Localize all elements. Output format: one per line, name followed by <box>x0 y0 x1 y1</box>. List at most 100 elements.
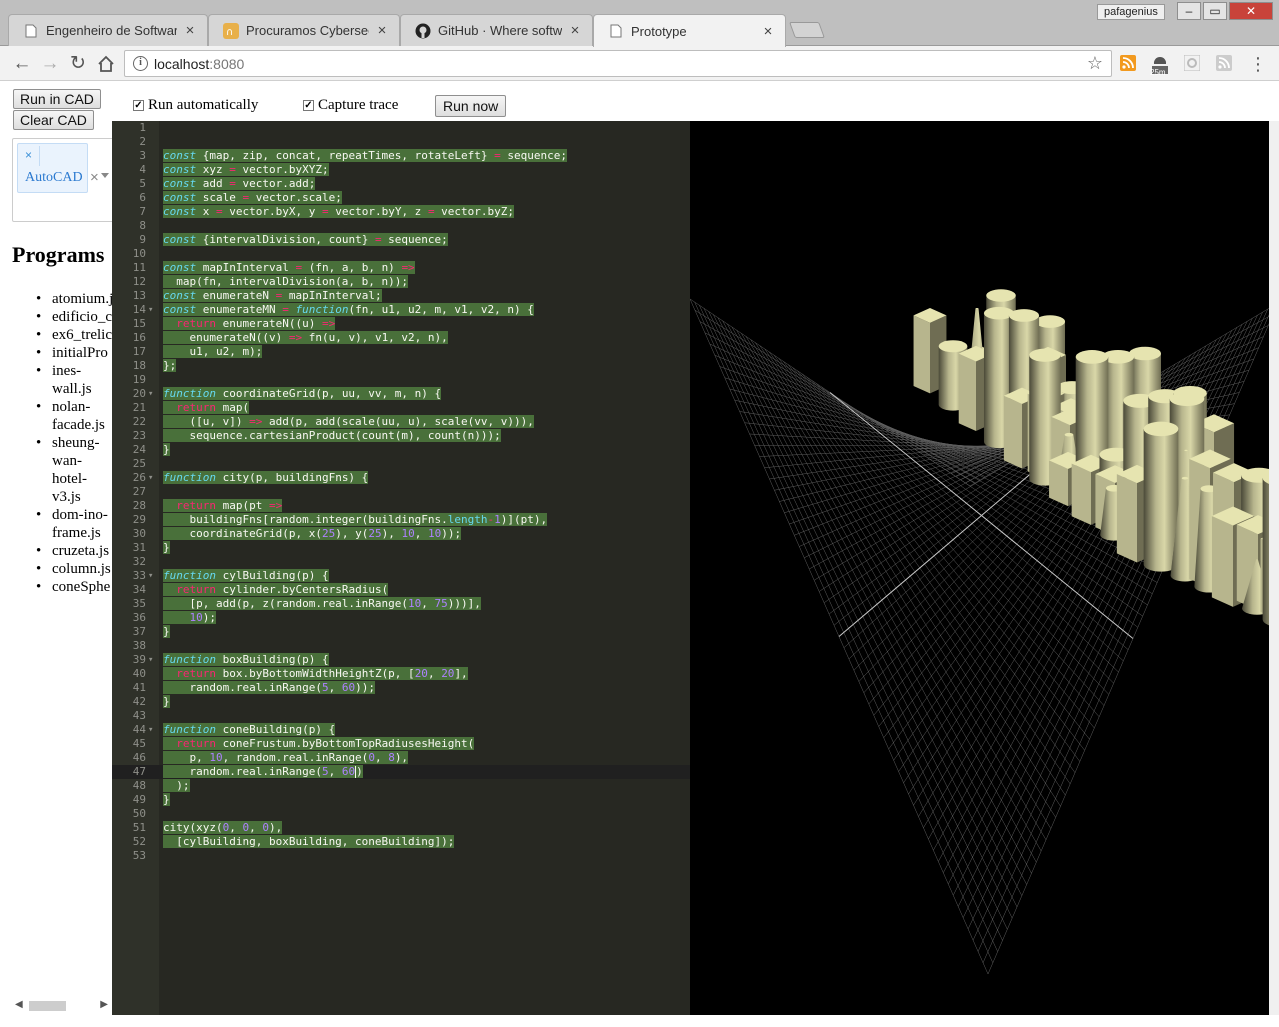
code-line[interactable]: 30 coordinateGrid(p, x(25), y(25), 10, 1… <box>112 527 690 541</box>
capture-trace-checkbox[interactable]: ✓ Capture trace <box>303 97 398 114</box>
checkbox-box[interactable]: ✓ <box>133 100 144 111</box>
code-line[interactable]: 13 const enumerateN = mapInInterval; <box>112 289 690 303</box>
fold-arrow-icon[interactable]: ▾ <box>148 387 153 401</box>
code-line[interactable]: 7 const x = vector.byX, y = vector.byY, z… <box>112 205 690 219</box>
tab-engenheiro[interactable]: Engenheiro de Software × <box>8 14 208 46</box>
code-line[interactable]: 47 random.real.inRange(5, 60) <box>112 765 690 779</box>
maximize-button[interactable]: ▭ <box>1203 2 1227 20</box>
run-now-button[interactable]: Run now <box>435 95 507 117</box>
clear-selection-icon[interactable]: × <box>90 169 99 186</box>
code-line[interactable]: 28 return map(pt => <box>112 499 690 513</box>
code-line[interactable]: 14 ▾ const enumerateMN = function(fn, u1, … <box>112 303 690 317</box>
url-text[interactable]: localhost:8080 <box>154 56 244 72</box>
scroll-right-icon[interactable]: ▶ <box>100 999 108 1010</box>
close-icon[interactable]: × <box>375 22 389 39</box>
bookmark-star-icon[interactable]: ☆ <box>1087 53 1103 74</box>
fold-arrow-icon[interactable]: ▾ <box>148 569 153 583</box>
profile-button[interactable]: pafagenius <box>1097 4 1165 20</box>
code-line[interactable]: 52 [cylBuilding, boxBuilding, coneBuildi… <box>112 835 690 849</box>
close-window-button[interactable]: ✕ <box>1229 2 1273 20</box>
code-line[interactable]: 4 const xyz = vector.byXYZ; <box>112 163 690 177</box>
code-line[interactable]: 45 return coneFrustum.byBottomTopRadiuse… <box>112 737 690 751</box>
horizontal-scrollbar[interactable]: ◀ ▶ <box>12 999 110 1013</box>
scrollbar-thumb[interactable] <box>29 1001 66 1011</box>
run-in-cad-button[interactable]: Run in CAD <box>13 89 101 109</box>
scroll-left-icon[interactable]: ◀ <box>15 999 23 1010</box>
tab-prototype[interactable]: Prototype × <box>593 14 786 47</box>
code-line[interactable]: 40 return box.byBottomWidthHeightZ(p, [2… <box>112 667 690 681</box>
code-line[interactable]: 27 <box>112 485 690 499</box>
code-line[interactable]: 31} <box>112 541 690 555</box>
code-line[interactable]: 11 const mapInInterval = (fn, a, b, n) => <box>112 261 690 275</box>
chevron-down-icon[interactable] <box>101 173 109 178</box>
code-line[interactable]: 33 ▾ function cylBuilding(p) { <box>112 569 690 583</box>
code-line[interactable]: 49} <box>112 793 690 807</box>
code-line[interactable]: 20 ▾ function coordinateGrid(p, uu, vv, m,… <box>112 387 690 401</box>
code-line[interactable]: 9 const {intervalDivision, count} = seque… <box>112 233 690 247</box>
code-line[interactable]: 44 ▾ function coneBuilding(p) { <box>112 723 690 737</box>
clear-cad-button[interactable]: Clear CAD <box>13 110 94 130</box>
code-line[interactable]: 36 10); <box>112 611 690 625</box>
menu-icon[interactable]: ⋮ <box>1249 55 1267 73</box>
city-model-render[interactable] <box>690 121 1269 1015</box>
code-line[interactable]: 2 <box>112 135 690 149</box>
3d-viewport[interactable] <box>690 121 1269 1015</box>
code-line[interactable]: 50 <box>112 807 690 821</box>
reload-icon[interactable]: ↻ <box>66 52 90 76</box>
fold-arrow-icon[interactable]: ▾ <box>148 303 153 317</box>
feed-icon[interactable] <box>1215 55 1233 73</box>
code-line[interactable]: 1 <box>112 121 690 135</box>
code-line[interactable]: 25 <box>112 457 690 471</box>
code-line[interactable]: 15 return enumerateN((u) => <box>112 317 690 331</box>
tab-procuramos[interactable]: ∩ Procuramos Cybersecurit × <box>208 14 400 46</box>
code-line[interactable]: 35 [p, add(p, z(random.real.inRange(10, … <box>112 597 690 611</box>
address-bar[interactable]: i localhost:8080 ☆ <box>124 50 1112 77</box>
code-line[interactable]: 41 random.real.inRange(5, 60)); <box>112 681 690 695</box>
back-icon[interactable]: ← <box>10 52 34 76</box>
code-line[interactable]: 53 <box>112 849 690 863</box>
code-line[interactable]: 19 <box>112 373 690 387</box>
code-line[interactable]: 26 ▾ function city(p, buildingFns) { <box>112 471 690 485</box>
close-icon[interactable]: × <box>183 22 197 39</box>
close-icon[interactable]: × <box>761 23 775 40</box>
vertical-scrollbar[interactable] <box>1269 121 1279 1015</box>
code-line[interactable]: 17 u1, u2, m); <box>112 345 690 359</box>
code-line[interactable]: 39 ▾ function boxBuilding(p) { <box>112 653 690 667</box>
code-line[interactable]: 5 const add = vector.add; <box>112 177 690 191</box>
code-line[interactable]: 24} <box>112 443 690 457</box>
tab-github[interactable]: GitHub · Where software × <box>400 14 593 46</box>
checkbox-box[interactable]: ✓ <box>303 100 314 111</box>
code-line[interactable]: 43 <box>112 709 690 723</box>
code-line[interactable]: 18}; <box>112 359 690 373</box>
new-tab-button[interactable] <box>789 22 825 38</box>
close-icon[interactable]: × <box>568 22 582 39</box>
timer-extension-icon[interactable]: 25m <box>1150 55 1169 77</box>
rss-icon[interactable] <box>1119 55 1137 73</box>
info-icon[interactable]: i <box>133 56 148 71</box>
code-line[interactable]: 12 map(fn, intervalDivision(a, b, n)); <box>112 275 690 289</box>
code-line[interactable]: 3 const {map, zip, concat, repeatTimes, r… <box>112 149 690 163</box>
code-line[interactable]: 48 ); <box>112 779 690 793</box>
code-line[interactable]: 8 <box>112 219 690 233</box>
code-line[interactable]: 46 p, 10, random.real.inRange(0, 8), <box>112 751 690 765</box>
code-line[interactable]: 51 city(xyz(0, 0, 0), <box>112 821 690 835</box>
code-editor[interactable]: 1 2 3 const {map, zip, concat, repeatTimes,… <box>112 121 690 1015</box>
fold-arrow-icon[interactable]: ▾ <box>148 723 153 737</box>
run-automatically-checkbox[interactable]: ✓ Run automatically <box>133 97 258 114</box>
code-line[interactable]: 38 <box>112 639 690 653</box>
remove-chip-icon[interactable]: × <box>25 148 32 162</box>
code-line[interactable]: 42} <box>112 695 690 709</box>
code-line[interactable]: 16 enumerateN((v) => fn(u, v), v1, v2, n… <box>112 331 690 345</box>
code-line[interactable]: 37} <box>112 625 690 639</box>
code-line[interactable]: 23 sequence.cartesianProduct(count(m), c… <box>112 429 690 443</box>
code-line[interactable]: 29 buildingFns[random.integer(buildingFn… <box>112 513 690 527</box>
code-line[interactable]: 6 const scale = vector.scale; <box>112 191 690 205</box>
cad-target-select[interactable]: × AutoCAD × <box>12 138 116 222</box>
gear-extension-icon[interactable] <box>1183 54 1201 73</box>
fold-arrow-icon[interactable]: ▾ <box>148 471 153 485</box>
minimize-button[interactable]: – <box>1177 2 1201 20</box>
code-line[interactable]: 22 ([u, v]) => add(p, add(scale(uu, u), … <box>112 415 690 429</box>
code-lines[interactable]: 1 2 3 const {map, zip, concat, repeatTimes,… <box>112 121 690 863</box>
forward-icon[interactable]: → <box>38 52 62 76</box>
fold-arrow-icon[interactable]: ▾ <box>148 653 153 667</box>
